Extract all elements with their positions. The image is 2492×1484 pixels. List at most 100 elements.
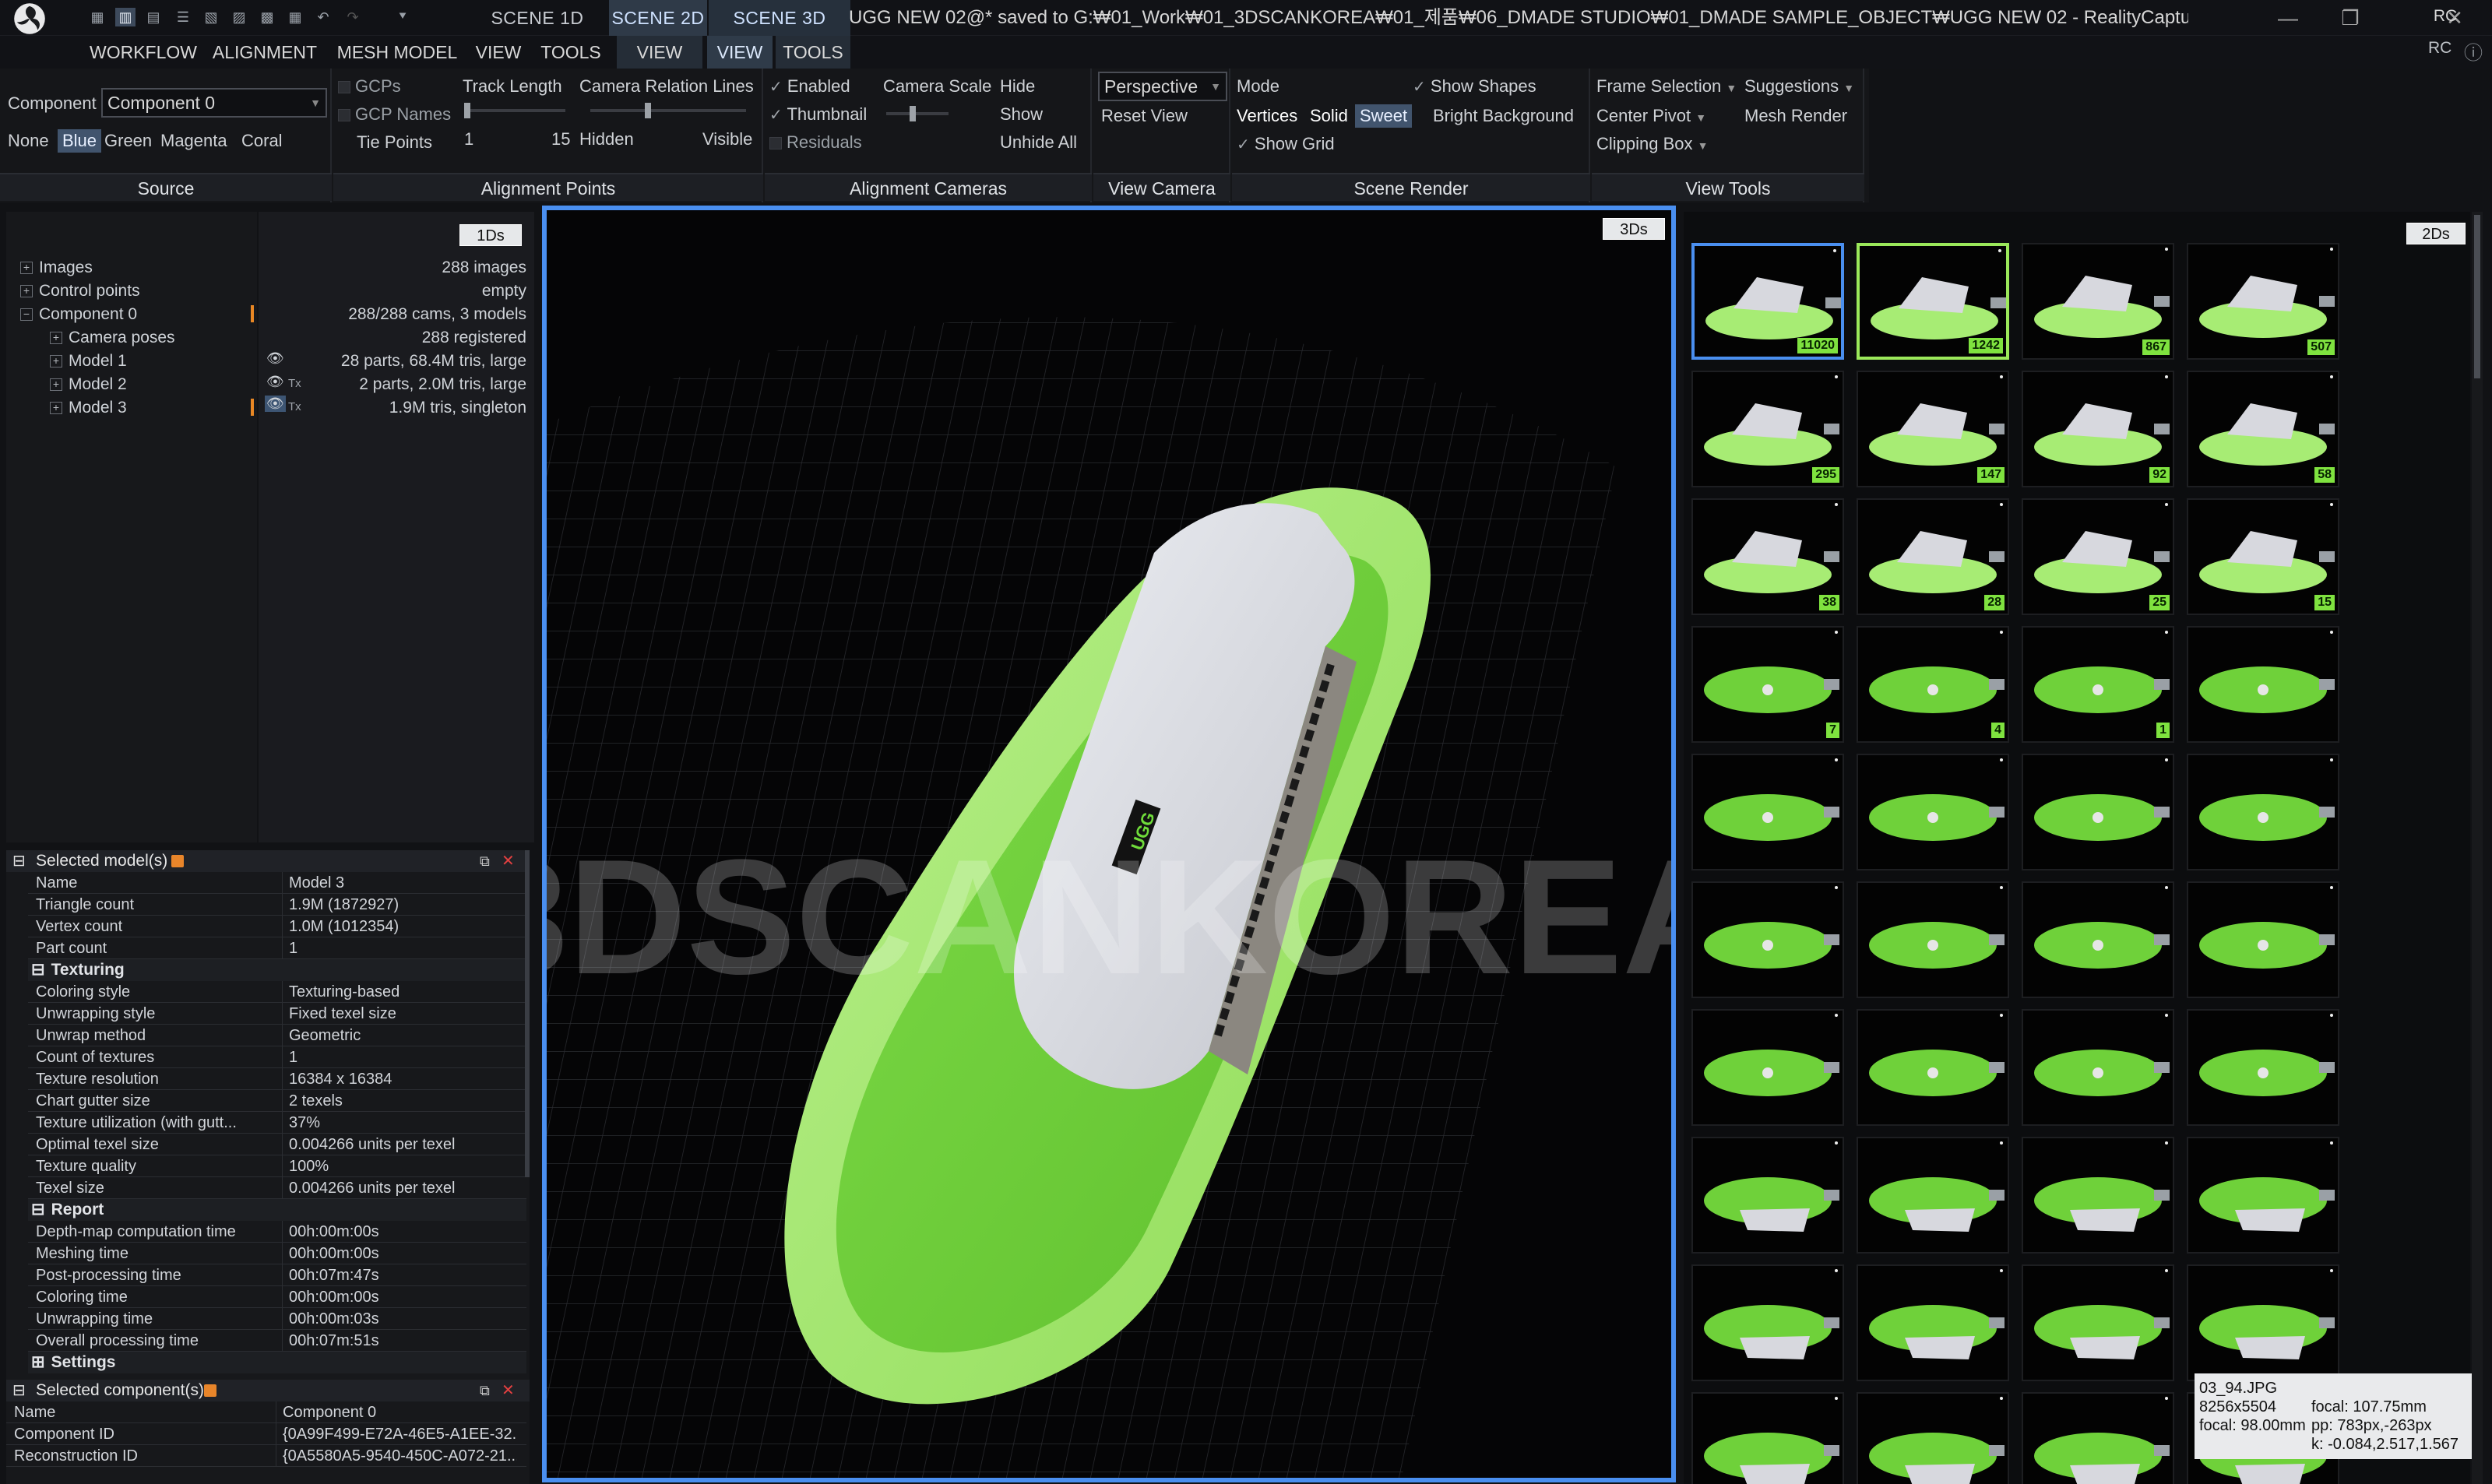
image-thumbnail[interactable] — [1691, 1009, 1844, 1126]
pin-icon[interactable]: ⧉ — [480, 1380, 490, 1401]
image-thumbnail[interactable] — [2022, 1392, 2174, 1484]
projection-select[interactable]: Perspective ▼ — [1098, 72, 1227, 101]
image-thumbnail[interactable] — [1857, 1392, 2009, 1484]
color-magenta[interactable]: Magenta — [160, 131, 227, 151]
camera-relation-knob[interactable] — [645, 103, 651, 118]
image-thumbnail[interactable] — [2022, 881, 2174, 998]
collapse-icon[interactable]: ⊟ — [12, 1380, 26, 1401]
image-thumbnail[interactable] — [2187, 626, 2339, 743]
image-thumbnail[interactable]: 1242 — [1857, 243, 2009, 360]
camera-relation-slider[interactable] — [590, 103, 746, 118]
image-thumbnail[interactable] — [1691, 1264, 1844, 1381]
menu-mesh-model[interactable]: MESH MODEL — [335, 36, 459, 69]
image-thumbnail[interactable] — [1857, 1009, 2009, 1126]
menu-tools-3d[interactable]: TOOLS — [776, 36, 850, 69]
image-thumbnail[interactable] — [2187, 1264, 2339, 1381]
frame-selection-button[interactable]: Frame Selection ▼ — [1596, 76, 1737, 97]
image-thumbnail[interactable] — [2187, 1009, 2339, 1126]
expand-icon[interactable]: ⊞ — [31, 1353, 45, 1371]
properties-scrollbar[interactable] — [525, 850, 530, 1177]
menu-view-2d[interactable]: VIEW — [617, 36, 702, 69]
suggestions-button[interactable]: Suggestions ▼ — [1744, 76, 1854, 97]
quick-access-dropdown-icon[interactable]: ⯆ — [392, 8, 413, 26]
hide-button[interactable]: Hide — [1000, 76, 1035, 97]
layout-4-icon[interactable]: ☰ — [173, 8, 193, 26]
gcps-toggle[interactable]: GCPs — [338, 76, 401, 97]
image-thumbnail[interactable]: 92 — [2022, 371, 2174, 487]
menu-alignment[interactable]: ALIGNMENT — [207, 36, 322, 69]
color-none[interactable]: None — [8, 131, 49, 151]
mode-solid[interactable]: Solid — [1310, 106, 1348, 126]
bright-background-button[interactable]: Bright Background — [1433, 106, 1574, 126]
layout-7-icon[interactable]: ▩ — [257, 8, 277, 26]
layout-8-icon[interactable]: ▦ — [285, 8, 305, 26]
tab-scene-3d[interactable]: SCENE 3D — [709, 0, 850, 36]
show-button[interactable]: Show — [1000, 104, 1043, 125]
selected-component-header[interactable]: ⊟ Selected component(s) ⧉ ✕ — [6, 1380, 530, 1401]
tie-points-label[interactable]: Tie Points — [357, 132, 432, 153]
undo-icon[interactable]: ↶ — [313, 8, 333, 26]
mode-vertices[interactable]: Vertices — [1237, 106, 1297, 126]
menu-view-3d[interactable]: VIEW — [707, 36, 773, 69]
mesh-render-button[interactable]: Mesh Render — [1744, 106, 1847, 126]
image-thumbnail[interactable] — [1857, 881, 2009, 998]
expand-icon[interactable]: + — [20, 262, 33, 275]
texturing-section[interactable]: ⊟ Texturing — [28, 959, 526, 981]
component-select[interactable]: Component 0 ▼ — [101, 88, 327, 118]
gallery-scrollbar[interactable] — [2472, 212, 2483, 1484]
layout-6-icon[interactable]: ▨ — [229, 8, 249, 26]
image-thumbnail[interactable]: 507 — [2187, 243, 2339, 360]
redo-icon[interactable]: ↷ — [343, 8, 363, 26]
color-green[interactable]: Green — [104, 131, 152, 151]
tab-scene-1d[interactable]: SCENE 1D — [467, 0, 607, 36]
gcp-names-toggle[interactable]: GCP Names — [338, 104, 451, 125]
expand-icon[interactable]: + — [50, 402, 62, 415]
tree-item-component-0[interactable]: − Component 0 — [20, 305, 137, 324]
menu-workflow[interactable]: WORKFLOW — [81, 36, 206, 69]
menu-tools[interactable]: TOOLS — [534, 36, 607, 69]
image-thumbnail[interactable] — [1691, 881, 1844, 998]
camera-scale-knob[interactable] — [910, 106, 916, 121]
collapse-icon[interactable]: ⊟ — [12, 850, 26, 872]
image-thumbnail[interactable] — [1691, 1392, 1844, 1484]
image-thumbnail[interactable]: 28 — [1857, 498, 2009, 615]
image-thumbnail[interactable]: 147 — [1857, 371, 2009, 487]
eye-icon[interactable]: 👁 — [265, 396, 286, 412]
thumbnail-toggle[interactable]: ✓ Thumbnail — [769, 104, 867, 125]
tree-item-model-1[interactable]: + Model 1 — [50, 352, 127, 371]
show-shapes-toggle[interactable]: ✓ Show Shapes — [1413, 76, 1536, 97]
layout-2-icon[interactable]: ▥ — [115, 8, 136, 26]
enabled-toggle[interactable]: ✓ Enabled — [769, 76, 850, 97]
gallery-scrollbar-thumb[interactable] — [2474, 215, 2480, 378]
image-thumbnail[interactable] — [2187, 1137, 2339, 1254]
image-thumbnail[interactable] — [2187, 754, 2339, 870]
image-thumbnail[interactable]: 15 — [2187, 498, 2339, 615]
selected-model-header[interactable]: ⊟ Selected model(s) ⧉ ✕ — [6, 850, 530, 872]
tab-scene-2d[interactable]: SCENE 2D — [609, 0, 707, 36]
track-length-knob[interactable] — [464, 103, 470, 118]
clipping-box-button[interactable]: Clipping Box ▼ — [1596, 134, 1709, 154]
collapse-icon[interactable]: − — [20, 308, 33, 322]
settings-section[interactable]: ⊞ Settings — [28, 1352, 526, 1373]
mode-sweet[interactable]: Sweet — [1355, 104, 1413, 128]
color-blue[interactable]: Blue — [58, 129, 102, 153]
expand-icon[interactable]: + — [50, 355, 62, 368]
image-thumbnail[interactable] — [1857, 1137, 2009, 1254]
layout-1-icon[interactable]: ▦ — [87, 8, 107, 26]
image-thumbnail[interactable]: 11020 — [1691, 243, 1844, 360]
scene-canvas[interactable]: UGG 3DSCANKOREA — [547, 210, 1671, 1478]
report-section[interactable]: ⊟ Report — [28, 1199, 526, 1221]
close-panel-icon[interactable]: ✕ — [502, 1380, 515, 1401]
layout-3-icon[interactable]: ▤ — [143, 8, 164, 26]
center-pivot-button[interactable]: Center Pivot ▼ — [1596, 106, 1706, 126]
image-thumbnail[interactable] — [1857, 1264, 2009, 1381]
expand-icon[interactable]: + — [50, 332, 62, 345]
tree-item-model-3[interactable]: + Model 3 — [50, 399, 127, 417]
pin-icon[interactable]: ⧉ — [480, 850, 490, 872]
tree-item-camera-poses[interactable]: + Camera poses — [50, 329, 175, 347]
tree-item-model-2[interactable]: + Model 2 — [50, 375, 127, 394]
layout-5-icon[interactable]: ▧ — [201, 8, 221, 26]
image-thumbnail[interactable]: 58 — [2187, 371, 2339, 487]
unhide-all-button[interactable]: Unhide All — [1000, 132, 1077, 153]
image-thumbnail[interactable] — [1691, 754, 1844, 870]
